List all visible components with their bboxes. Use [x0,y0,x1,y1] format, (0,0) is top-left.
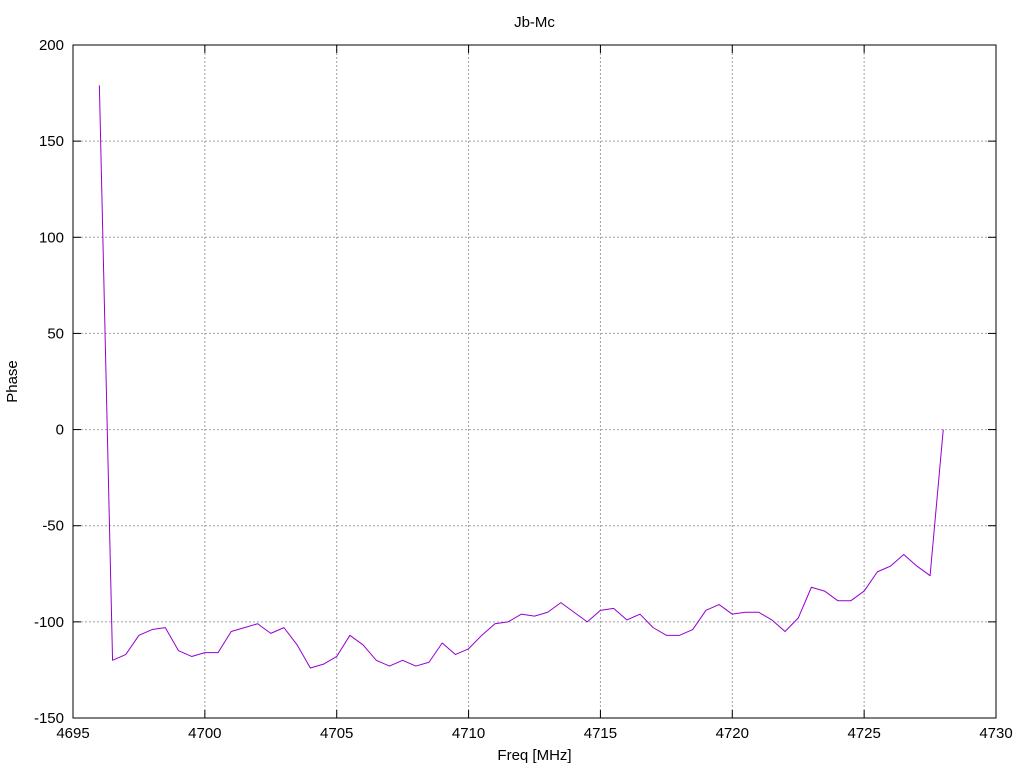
plot-frame [72,44,997,719]
y-tick-label: 50 [47,325,64,342]
y-tick-label: -100 [34,614,64,631]
series-line [98,85,944,669]
x-tick-label: 4700 [188,725,221,742]
x-tick-label: 4715 [584,725,617,742]
x-tick-label: 4710 [452,725,485,742]
axis-ticks: 4695 4700 4705 4710 4715 4720 4725 4730 -150 -100… [34,37,1013,742]
x-axis-label: Freq [MHz] [497,747,571,764]
x-tick-label: 4705 [320,725,353,742]
x-tick-label: 4725 [847,725,880,742]
y-tick-label: -50 [42,518,64,535]
x-tick-label: 4730 [979,725,1012,742]
y-tick-label: -150 [34,710,64,727]
y-tick-label: 100 [39,229,64,246]
y-tick-label: 150 [39,133,64,150]
x-tick-label: 4695 [56,725,89,742]
y-tick-label: 200 [39,37,64,54]
y-tick-label: 0 [56,422,64,439]
x-tick-label: 4720 [716,725,749,742]
y-axis-label: Phase [4,360,21,403]
chart-title: Jb-Mc [514,14,555,31]
series-layer [98,85,944,669]
grid-lines [73,45,996,718]
phase-chart: 4695 4700 4705 4710 4715 4720 4725 4730 -150 -100… [4,14,1013,764]
